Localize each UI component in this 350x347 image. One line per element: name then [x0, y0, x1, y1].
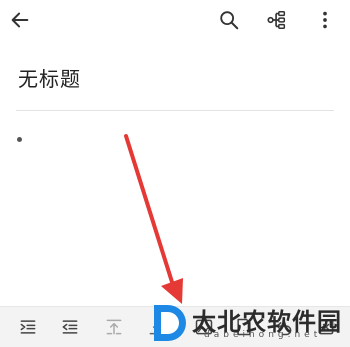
document-title: 无标题 [18, 67, 81, 91]
outdent-icon [62, 320, 78, 334]
more-vertical-icon [323, 11, 327, 29]
indent-icon [20, 320, 36, 334]
watermark-logo-icon [154, 305, 186, 341]
outline-bullet[interactable] [17, 137, 22, 142]
mindmap-icon [267, 11, 286, 29]
title-divider [16, 110, 334, 111]
top-app-bar [0, 0, 350, 40]
search-button[interactable] [213, 4, 245, 36]
outdent-button[interactable] [58, 315, 82, 339]
move-up-button[interactable] [102, 315, 126, 339]
indent-button[interactable] [16, 315, 40, 339]
more-button[interactable] [309, 4, 341, 36]
document-title-field[interactable]: 无标题 [18, 63, 81, 92]
watermark: 太北农软件园 dabeinong.net [148, 300, 350, 346]
move-up-icon [106, 319, 122, 335]
mindmap-button[interactable] [261, 4, 293, 36]
search-icon [220, 11, 239, 30]
back-button[interactable] [4, 4, 36, 36]
watermark-subtext: dabeinong.net [204, 330, 322, 340]
arrow-left-icon [11, 12, 29, 28]
annotation-arrow [124, 134, 183, 304]
